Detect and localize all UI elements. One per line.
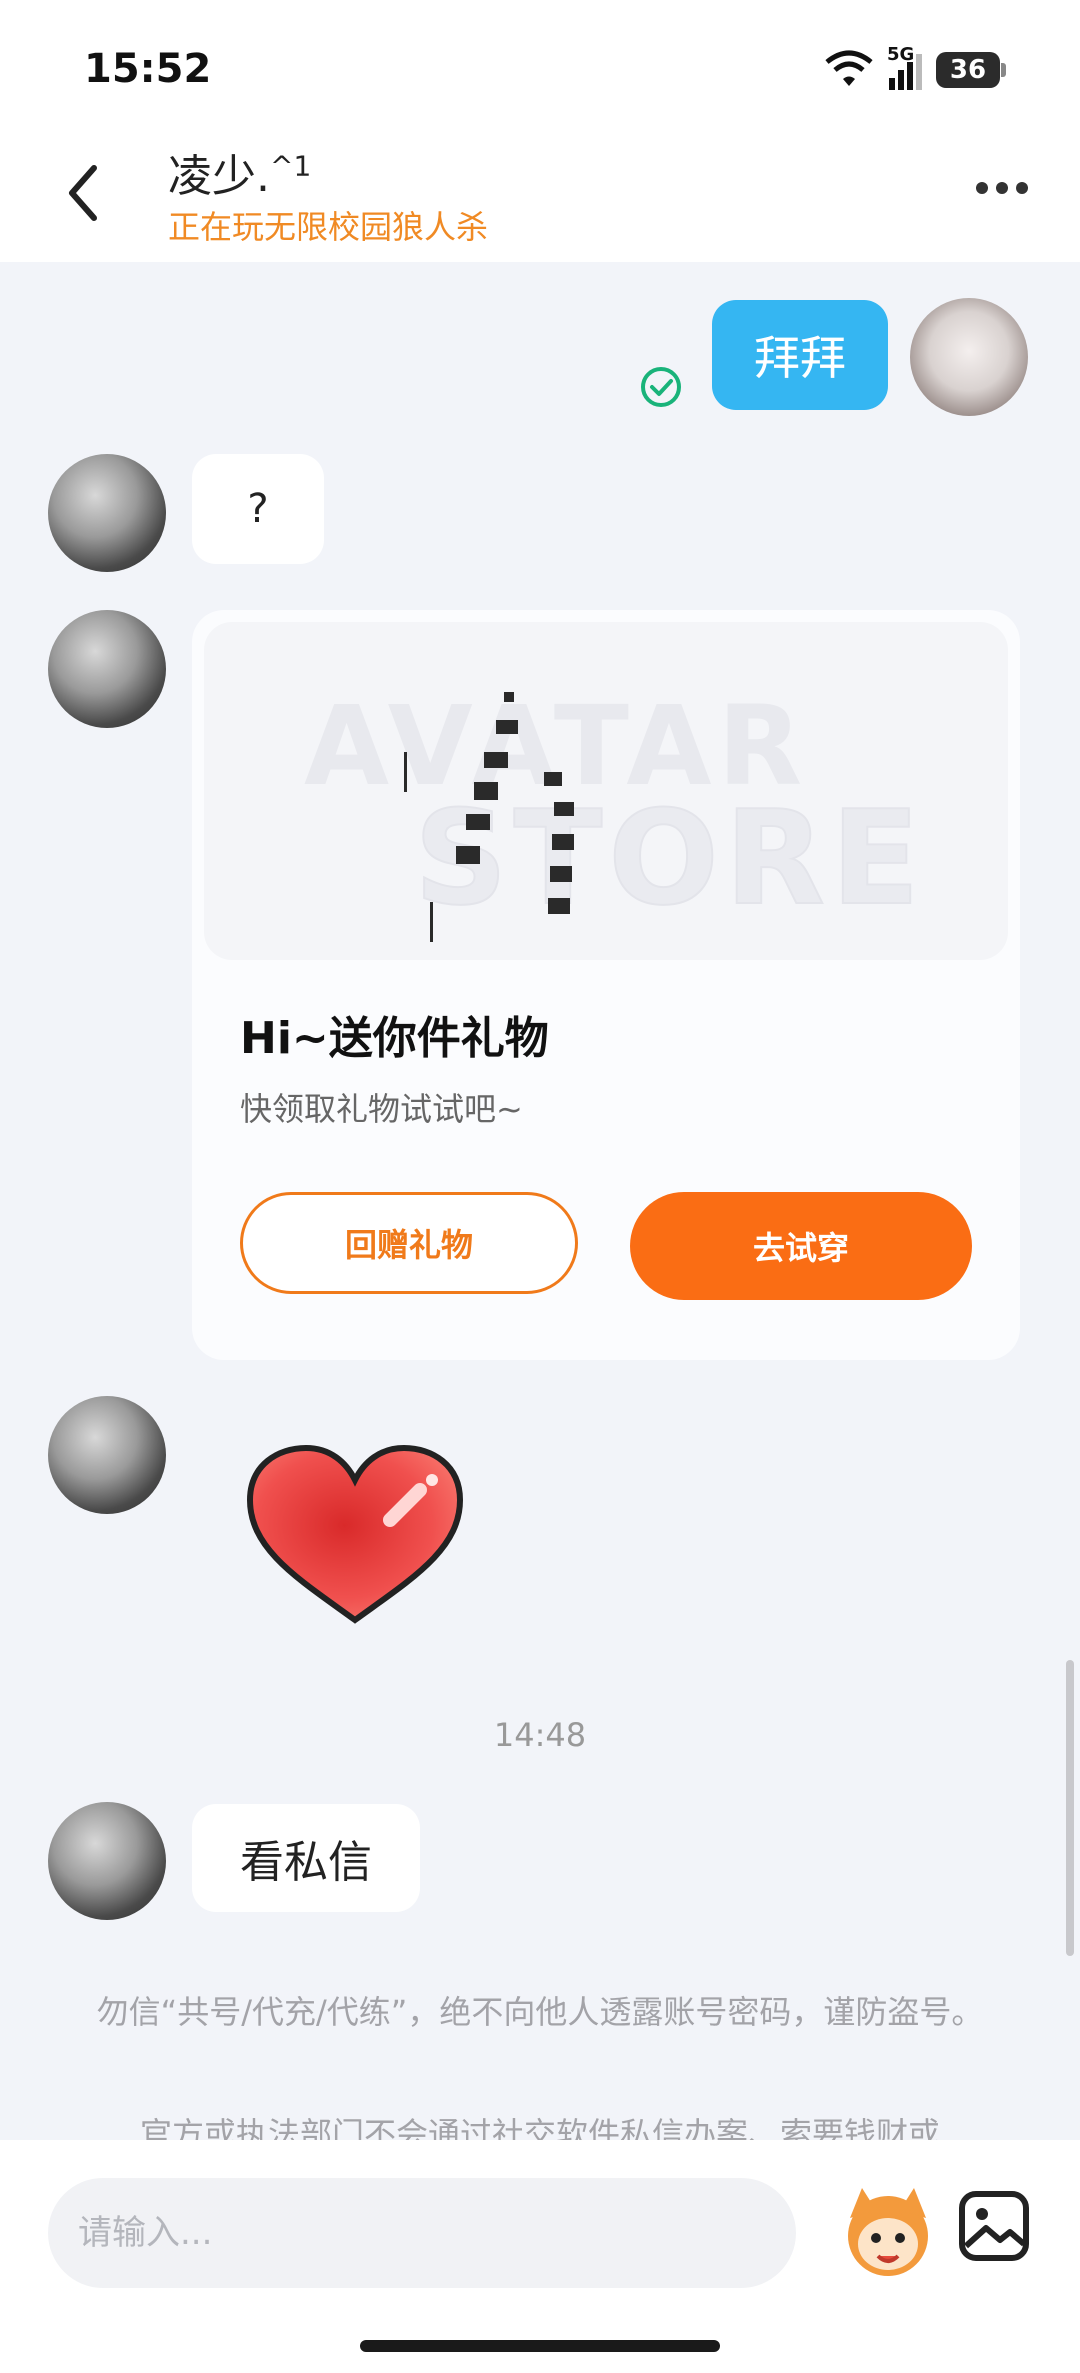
gift-card[interactable]: AVATAR STORE Hi~送你件礼物 快领取礼物试试吧~ 回赠礼物 去试穿	[192, 610, 1020, 1360]
message-timestamp: 14:48	[493, 1716, 587, 1754]
contact-name: 凌少.^1	[168, 140, 311, 204]
gift-image: AVATAR STORE	[204, 622, 1008, 960]
message-bubble[interactable]: 看私信	[192, 1804, 420, 1912]
image-picker-icon[interactable]	[958, 2190, 1030, 2262]
contact-name-suffix: ^1	[270, 149, 312, 183]
gift-card-title: Hi~送你件礼物	[240, 1013, 549, 1064]
scrollbar[interactable]	[1066, 1660, 1074, 1956]
message-input[interactable]	[48, 2178, 796, 2288]
contact-avatar[interactable]	[48, 610, 166, 728]
try-on-button[interactable]: 去试穿	[630, 1192, 972, 1300]
status-icons: 5G 36	[823, 44, 1006, 90]
contact-avatar[interactable]	[48, 1396, 166, 1514]
status-time: 15:52	[84, 46, 212, 92]
sticker-mascot-icon[interactable]	[832, 2178, 944, 2290]
back-arrow-icon[interactable]	[58, 158, 108, 228]
gift-item-graphic	[404, 692, 574, 942]
message-bubble[interactable]: ?	[192, 454, 324, 564]
more-options-icon[interactable]	[976, 182, 1028, 194]
status-bar: 15:52 5G 36	[0, 0, 1080, 130]
return-gift-button[interactable]: 回赠礼物	[240, 1192, 578, 1294]
chat-header: 凌少.^1 正在玩无限校园狼人杀	[0, 130, 1080, 262]
my-message-bubble[interactable]: 拜拜	[712, 300, 888, 410]
gift-card-subtitle: 快领取礼物试试吧~	[240, 1090, 523, 1128]
read-check-icon	[641, 367, 681, 407]
contact-avatar[interactable]	[48, 454, 166, 572]
my-avatar[interactable]	[910, 298, 1028, 416]
heart-sticker-icon[interactable]	[240, 1440, 470, 1630]
contact-name-text: 凌少.	[168, 151, 270, 202]
input-bar	[0, 2140, 1080, 2373]
cellular-signal-icon: 5G	[887, 44, 922, 90]
contact-status: 正在玩无限校园狼人杀	[168, 208, 489, 246]
home-indicator[interactable]	[360, 2340, 720, 2352]
contact-avatar[interactable]	[48, 1802, 166, 1920]
safety-notice: 勿信“共号/代充/代练”，绝不向他人透露账号密码，谨防盗号。	[96, 1993, 984, 2031]
network-type: 5G	[887, 44, 915, 65]
battery-icon: 36	[936, 52, 1006, 88]
wifi-icon	[825, 50, 873, 86]
